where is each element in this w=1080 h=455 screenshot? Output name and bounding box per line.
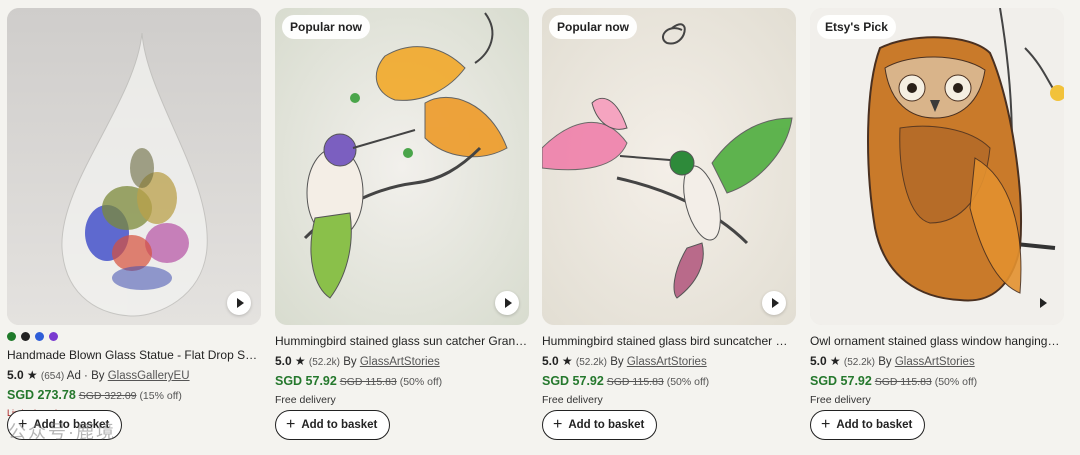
badge: Popular now <box>282 15 370 39</box>
price-row: SGD 57.92 SGD 115.83 (50% off) <box>810 374 1064 388</box>
star-icon: ★ <box>294 354 306 368</box>
discount: (15% off) <box>139 390 182 402</box>
by-label: By <box>878 356 892 368</box>
rating-score: 5.0 <box>7 368 24 382</box>
by-label: By <box>91 370 105 382</box>
rating-score: 5.0 <box>810 354 827 368</box>
shop-link[interactable]: GlassArtStories <box>627 356 707 368</box>
shop-link[interactable]: GlassArtStories <box>895 356 975 368</box>
hummingbird-pink-flower-suncatcher-image <box>542 8 796 325</box>
play-video-button[interactable] <box>227 291 251 315</box>
delivery-info: Free delivery <box>542 394 603 406</box>
original-price: SGD 115.83 <box>339 376 397 388</box>
product-title[interactable]: Hummingbird stained glass bird suncatche… <box>542 334 796 348</box>
star-icon: ★ <box>829 354 841 368</box>
price-row: SGD 273.78 SGD 322.09 (15% off) <box>7 388 261 402</box>
by-label: By <box>610 356 624 368</box>
product-title[interactable]: Hummingbird stained glass sun catcher Gr… <box>275 334 529 348</box>
current-price: SGD 273.78 <box>7 388 76 402</box>
badge: Popular now <box>549 15 637 39</box>
color-swatch-purple[interactable] <box>49 332 58 341</box>
product-card[interactable]: Etsy's Pick Owl ornament stained glass w… <box>810 8 1064 406</box>
product-image[interactable]: Etsy's Pick <box>810 8 1064 325</box>
play-icon <box>1039 298 1047 308</box>
ad-label: Ad <box>66 370 81 382</box>
review-count: (52.2k) <box>575 357 607 368</box>
discount: (50% off) <box>399 376 443 388</box>
play-video-button[interactable] <box>1030 291 1054 315</box>
product-image[interactable] <box>7 8 261 325</box>
add-to-basket-label: Add to basket <box>301 419 378 431</box>
plus-icon: + <box>553 416 563 433</box>
add-to-basket-label: Add to basket <box>568 419 645 431</box>
original-price: SGD 115.83 <box>606 376 664 388</box>
play-icon <box>771 298 779 308</box>
original-price: SGD 322.09 <box>78 390 137 402</box>
star-icon: ★ <box>26 368 38 382</box>
current-price: SGD 57.92 <box>810 374 872 388</box>
add-to-basket-button[interactable]: + Add to basket <box>542 410 658 440</box>
add-to-basket-button[interactable]: + Add to basket <box>810 410 926 440</box>
original-price: SGD 115.83 <box>874 376 932 388</box>
discount: (50% off) <box>934 376 978 388</box>
play-video-button[interactable] <box>495 291 519 315</box>
badge: Etsy's Pick <box>817 15 896 39</box>
plus-icon: + <box>821 416 831 433</box>
delivery-info: Free delivery <box>275 394 336 406</box>
price-row: SGD 57.92 SGD 115.83 (50% off) <box>275 374 529 388</box>
glass-drop-statue-image <box>7 8 261 325</box>
by-label: By <box>343 356 357 368</box>
color-swatch-green[interactable] <box>7 332 16 341</box>
color-swatch-blue[interactable] <box>35 332 44 341</box>
review-count: (654) <box>40 371 65 382</box>
product-card[interactable]: Popular now Hummingbird stained glass bi… <box>542 8 796 406</box>
play-icon <box>504 298 512 308</box>
owl-stained-glass-image <box>810 8 1064 325</box>
current-price: SGD 57.92 <box>275 374 337 388</box>
watermark: 公众号·鹿境 <box>8 422 116 442</box>
review-count: (52.2k) <box>843 357 875 368</box>
review-count: (52.2k) <box>308 357 340 368</box>
shop-link[interactable]: GlassGalleryEU <box>108 370 190 382</box>
hummingbird-suncatcher-image <box>275 8 529 325</box>
current-price: SGD 57.92 <box>542 374 604 388</box>
add-to-basket-label: Add to basket <box>836 419 913 431</box>
play-icon <box>236 298 244 308</box>
product-title[interactable]: Owl ornament stained glass window hangin… <box>810 334 1064 348</box>
product-image[interactable]: Popular now <box>275 8 529 325</box>
play-video-button[interactable] <box>762 291 786 315</box>
product-rating: 5.0 ★ (52.2k) By GlassArtStories <box>542 354 796 368</box>
product-image[interactable]: Popular now <box>542 8 796 325</box>
color-swatch-black[interactable] <box>21 332 30 341</box>
product-card[interactable]: Popular now Hummingbird stained glass su… <box>275 8 529 406</box>
product-rating: 5.0 ★ (52.2k) By GlassArtStories <box>810 354 1064 368</box>
add-to-basket-button[interactable]: + Add to basket <box>275 410 391 440</box>
rating-score: 5.0 <box>542 354 559 368</box>
price-row: SGD 57.92 SGD 115.83 (50% off) <box>542 374 796 388</box>
product-rating: 5.0 ★ (52.2k) By GlassArtStories <box>275 354 529 368</box>
delivery-info: Free delivery <box>810 394 871 406</box>
color-swatches <box>7 332 261 341</box>
shop-link[interactable]: GlassArtStories <box>360 356 440 368</box>
discount: (50% off) <box>666 376 710 388</box>
plus-icon: + <box>286 416 296 433</box>
product-title[interactable]: Handmade Blown Glass Statue - Flat Drop … <box>7 348 261 362</box>
star-icon: ★ <box>561 354 573 368</box>
product-card[interactable]: Handmade Blown Glass Statue - Flat Drop … <box>7 8 261 418</box>
product-rating: 5.0 ★ (654) Ad · By GlassGalleryEU <box>7 368 190 382</box>
rating-score: 5.0 <box>275 354 292 368</box>
